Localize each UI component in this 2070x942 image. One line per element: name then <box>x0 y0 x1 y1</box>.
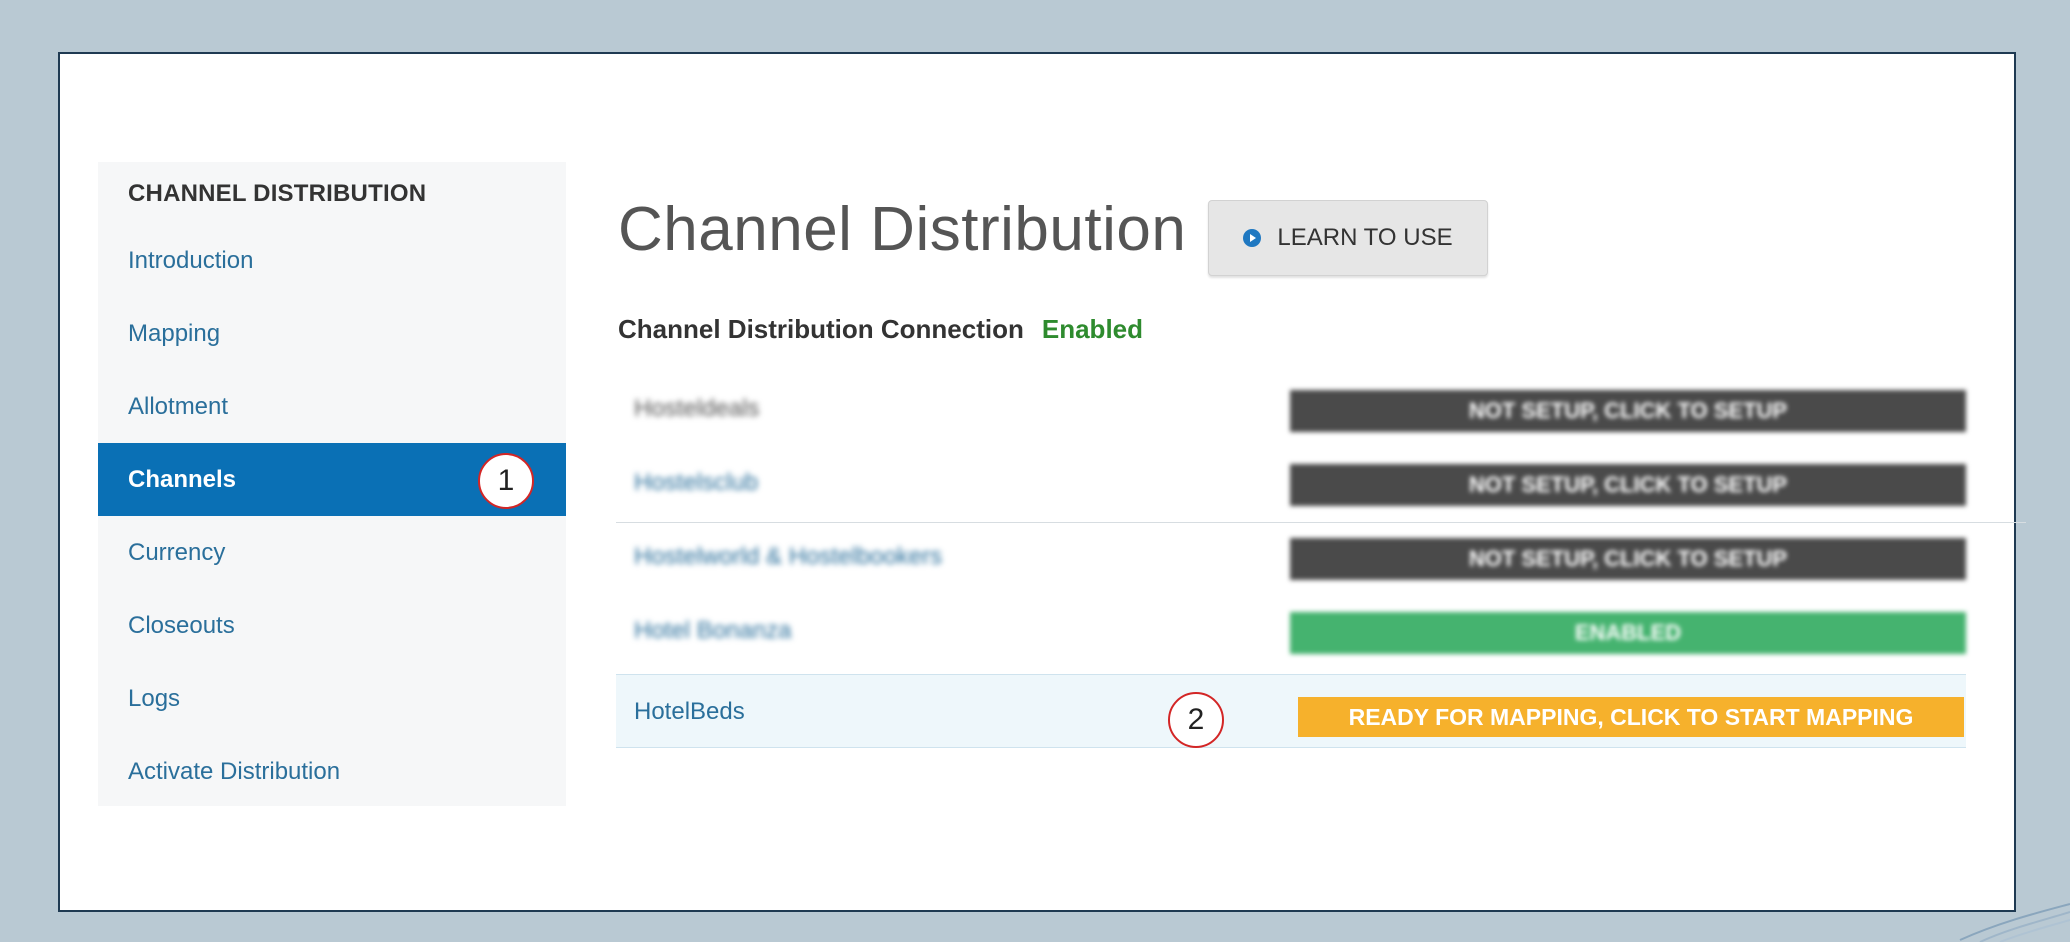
channel-row: Hostelworld & Hostelbookers NOT SETUP, C… <box>616 520 1966 594</box>
sidebar-item-closeouts[interactable]: Closeouts <box>98 589 566 662</box>
channel-name[interactable]: Hotel Bonanza <box>634 594 791 668</box>
channel-status-button[interactable]: ENABLED <box>1290 612 1966 654</box>
sidebar-item-mapping[interactable]: Mapping <box>98 297 566 370</box>
channel-status-button[interactable]: NOT SETUP, CLICK TO SETUP <box>1290 538 1966 580</box>
sidebar-item-label: Logs <box>128 684 181 712</box>
channel-name[interactable]: HotelBeds <box>634 675 745 749</box>
connection-status-badge: Enabled <box>1041 314 1144 344</box>
channel-row: Hostelsclub NOT SETUP, CLICK TO SETUP <box>616 446 1966 520</box>
callout-marker-2: 2 <box>1168 692 1224 748</box>
sidebar-item-label: Currency <box>128 538 226 566</box>
channel-row: Hotel Bonanza ENABLED <box>616 594 1966 668</box>
connection-label: Channel Distribution Connection <box>618 314 1024 344</box>
sidebar-item-label: Activate Distribution <box>128 757 341 785</box>
page-title: Channel Distribution <box>618 195 1187 264</box>
sidebar-item-label: Allotment <box>128 392 229 420</box>
channel-name[interactable]: Hostelworld & Hostelbookers <box>634 520 942 594</box>
screenshot-frame: CHANNEL DISTRIBUTION Introduction Mappin… <box>58 52 2026 912</box>
sidebar-item-currency[interactable]: Currency <box>98 516 566 589</box>
channel-status-button[interactable]: NOT SETUP, CLICK TO SETUP <box>1290 390 1966 432</box>
play-circle-icon <box>1243 229 1262 247</box>
sidebar-heading: CHANNEL DISTRIBUTION <box>128 180 427 207</box>
learn-to-use-button[interactable]: LEARN TO USE <box>1208 200 1488 276</box>
channel-status-button[interactable]: NOT SETUP, CLICK TO SETUP <box>1290 464 1966 506</box>
sidebar-item-logs[interactable]: Logs <box>98 662 566 735</box>
sidebar-item-label: Channels <box>128 465 237 493</box>
sidebar-item-label: Mapping <box>128 319 221 347</box>
connection-status-line: Channel Distribution Connection Enabled <box>618 314 1143 345</box>
channel-status-button[interactable]: READY FOR MAPPING, CLICK TO START MAPPIN… <box>1298 697 1964 737</box>
sidebar-item-label: Introduction <box>128 246 254 274</box>
sidebar-item-label: Closeouts <box>128 611 235 639</box>
channel-row-selected: HotelBeds READY FOR MAPPING, CLICK TO ST… <box>616 674 1966 748</box>
channel-row: Hosteldeals NOT SETUP, CLICK TO SETUP <box>616 372 1966 446</box>
channel-name[interactable]: Hosteldeals <box>634 372 759 446</box>
learn-to-use-label: LEARN TO USE <box>1277 224 1453 251</box>
sidebar-item-allotment[interactable]: Allotment <box>98 370 566 443</box>
channel-name[interactable]: Hostelsclub <box>634 446 758 520</box>
sidebar-item-activate-distribution[interactable]: Activate Distribution <box>98 735 566 808</box>
decorative-swoosh <box>1959 903 2070 942</box>
sidebar-item-introduction[interactable]: Introduction <box>98 224 566 297</box>
callout-marker-1: 1 <box>478 453 534 509</box>
